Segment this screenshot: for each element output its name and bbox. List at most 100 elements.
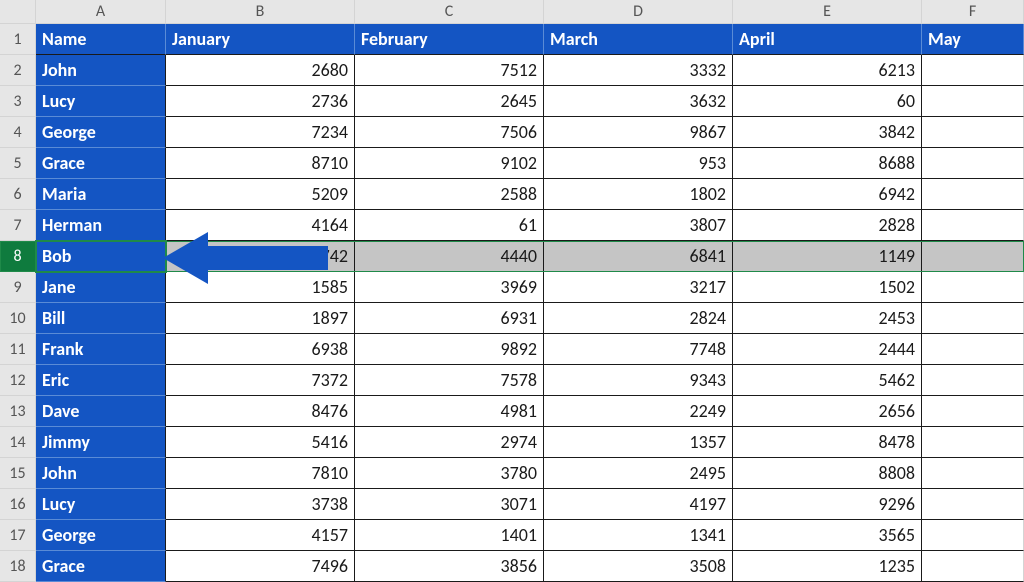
name-cell[interactable]: George <box>36 117 166 148</box>
name-cell[interactable]: Maria <box>36 179 166 210</box>
data-cell[interactable]: 3071 <box>355 489 544 520</box>
row-header-13[interactable]: 13 <box>0 396 36 427</box>
data-cell[interactable]: 9343 <box>544 365 733 396</box>
data-cell[interactable]: 2645 <box>355 86 544 117</box>
row-header-5[interactable]: 5 <box>0 148 36 179</box>
row-header-1[interactable]: 1 <box>0 24 36 55</box>
row-header-12[interactable]: 12 <box>0 365 36 396</box>
data-cell[interactable]: 9892 <box>355 334 544 365</box>
name-cell[interactable]: Jimmy <box>36 427 166 458</box>
data-cell[interactable] <box>922 117 1024 148</box>
data-cell[interactable] <box>922 489 1024 520</box>
data-cell[interactable]: 8808 <box>733 458 922 489</box>
row-header-10[interactable]: 10 <box>0 303 36 334</box>
data-cell[interactable]: 2495 <box>544 458 733 489</box>
data-cell[interactable]: 5209 <box>166 179 355 210</box>
col-header-b[interactable]: B <box>166 0 355 24</box>
data-cell[interactable]: 6213 <box>733 55 922 86</box>
data-cell[interactable]: 9296 <box>733 489 922 520</box>
row-header-15[interactable]: 15 <box>0 458 36 489</box>
data-cell[interactable]: 3508 <box>544 551 733 582</box>
data-cell[interactable]: 4440 <box>355 241 544 272</box>
name-cell[interactable]: Lucy <box>36 489 166 520</box>
data-cell[interactable]: 7748 <box>544 334 733 365</box>
data-cell[interactable]: 2656 <box>733 396 922 427</box>
row-header-6[interactable]: 6 <box>0 179 36 210</box>
data-cell[interactable]: 8476 <box>166 396 355 427</box>
data-cell[interactable] <box>922 241 1024 272</box>
row-header-4[interactable]: 4 <box>0 117 36 148</box>
header-name[interactable]: Name <box>36 24 166 55</box>
data-cell[interactable]: 3856 <box>355 551 544 582</box>
col-header-a[interactable]: A <box>36 0 166 24</box>
data-cell[interactable]: 4164 <box>166 210 355 241</box>
data-cell[interactable]: 6942 <box>733 179 922 210</box>
data-cell[interactable]: 2588 <box>355 179 544 210</box>
data-cell[interactable]: 8710 <box>166 148 355 179</box>
data-cell[interactable]: 3565 <box>733 520 922 551</box>
col-header-d[interactable]: D <box>544 0 733 24</box>
data-cell[interactable] <box>922 396 1024 427</box>
data-cell[interactable]: 7372 <box>166 365 355 396</box>
name-cell[interactable]: Grace <box>36 148 166 179</box>
data-cell[interactable]: 7506 <box>355 117 544 148</box>
data-cell[interactable]: 1341 <box>544 520 733 551</box>
data-cell[interactable]: 9867 <box>544 117 733 148</box>
name-cell[interactable]: Eric <box>36 365 166 396</box>
data-cell[interactable]: 6841 <box>544 241 733 272</box>
name-cell[interactable]: Jane <box>36 272 166 303</box>
select-all-corner[interactable] <box>0 0 36 24</box>
data-cell[interactable]: 2249 <box>544 396 733 427</box>
name-cell[interactable]: Bob <box>36 241 166 272</box>
row-header-7[interactable]: 7 <box>0 210 36 241</box>
name-cell[interactable]: Frank <box>36 334 166 365</box>
col-header-f[interactable]: F <box>922 0 1024 24</box>
row-header-2[interactable]: 2 <box>0 55 36 86</box>
name-cell[interactable]: John <box>36 458 166 489</box>
data-cell[interactable]: 6938 <box>166 334 355 365</box>
name-cell[interactable]: Lucy <box>36 86 166 117</box>
name-cell[interactable]: John <box>36 55 166 86</box>
data-cell[interactable] <box>922 148 1024 179</box>
data-cell[interactable] <box>922 179 1024 210</box>
data-cell[interactable]: 2444 <box>733 334 922 365</box>
data-cell[interactable]: 742 <box>166 241 355 272</box>
data-cell[interactable]: 3807 <box>544 210 733 241</box>
data-cell[interactable]: 6931 <box>355 303 544 334</box>
data-cell[interactable]: 3780 <box>355 458 544 489</box>
data-cell[interactable]: 7578 <box>355 365 544 396</box>
data-cell[interactable]: 2680 <box>166 55 355 86</box>
data-cell[interactable] <box>922 272 1024 303</box>
data-cell[interactable]: 2824 <box>544 303 733 334</box>
data-cell[interactable] <box>922 334 1024 365</box>
row-header-3[interactable]: 3 <box>0 86 36 117</box>
data-cell[interactable]: 3632 <box>544 86 733 117</box>
data-cell[interactable] <box>922 427 1024 458</box>
row-header-16[interactable]: 16 <box>0 489 36 520</box>
col-header-c[interactable]: C <box>355 0 544 24</box>
header-february[interactable]: February <box>355 24 544 55</box>
data-cell[interactable]: 3332 <box>544 55 733 86</box>
data-cell[interactable]: 7234 <box>166 117 355 148</box>
data-cell[interactable] <box>922 365 1024 396</box>
data-cell[interactable]: 4197 <box>544 489 733 520</box>
data-cell[interactable] <box>922 86 1024 117</box>
data-cell[interactable]: 1149 <box>733 241 922 272</box>
row-header-11[interactable]: 11 <box>0 334 36 365</box>
header-march[interactable]: March <box>544 24 733 55</box>
data-cell[interactable]: 3738 <box>166 489 355 520</box>
data-cell[interactable]: 1357 <box>544 427 733 458</box>
data-cell[interactable]: 9102 <box>355 148 544 179</box>
data-cell[interactable]: 1235 <box>733 551 922 582</box>
row-header-14[interactable]: 14 <box>0 427 36 458</box>
data-cell[interactable] <box>922 55 1024 86</box>
data-cell[interactable]: 8478 <box>733 427 922 458</box>
header-january[interactable]: January <box>166 24 355 55</box>
data-cell[interactable]: 2974 <box>355 427 544 458</box>
name-cell[interactable]: Bill <box>36 303 166 334</box>
data-cell[interactable]: 60 <box>733 86 922 117</box>
row-header-9[interactable]: 9 <box>0 272 36 303</box>
data-cell[interactable]: 2828 <box>733 210 922 241</box>
header-may[interactable]: May <box>922 24 1024 55</box>
data-cell[interactable]: 4157 <box>166 520 355 551</box>
